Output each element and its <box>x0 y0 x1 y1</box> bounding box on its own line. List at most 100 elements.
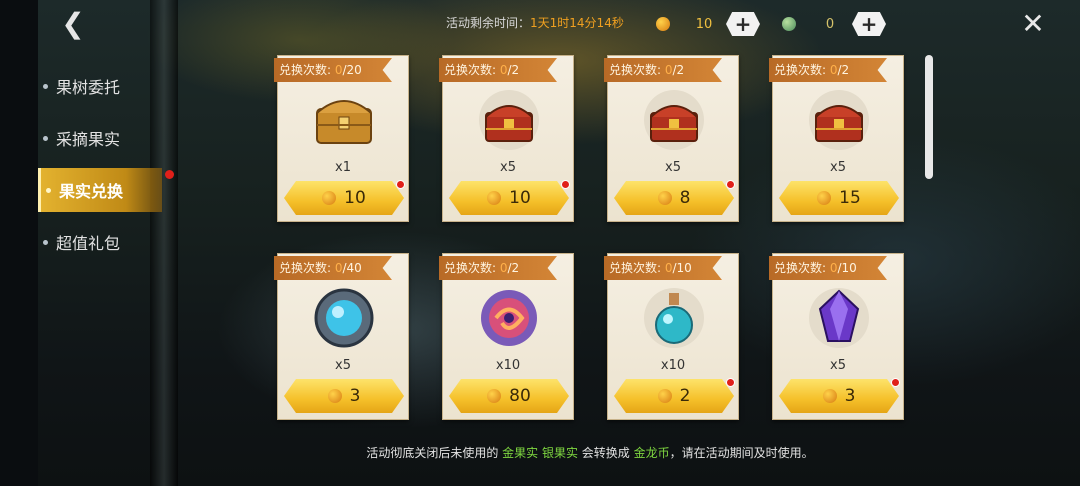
gold-fruit-icon <box>322 191 337 205</box>
exchange-button[interactable]: 3 <box>284 379 404 413</box>
bullet-dot-icon <box>43 240 48 245</box>
exchange-button[interactable]: 8 <box>614 181 734 215</box>
silver-fruit-count: 0 <box>825 16 835 32</box>
plus-icon: + <box>734 12 752 36</box>
red-treasure-chest-icon <box>474 85 544 155</box>
red-dot-badge <box>891 378 900 387</box>
bullet-dot-icon <box>46 188 51 193</box>
exchange-count-label: 兑换次数: <box>774 261 830 275</box>
exchange-count-tag: 兑换次数: 0/10 <box>604 256 722 280</box>
add-gold-fruit-button[interactable]: + <box>726 12 760 36</box>
exchange-count-label: 兑换次数: <box>609 261 665 275</box>
plus-icon: + <box>860 12 878 36</box>
back-arrow-icon: ❮ <box>61 6 85 40</box>
exchange-button[interactable]: 15 <box>779 181 899 215</box>
exchange-count-tag: 兑换次数: 0/10 <box>769 256 887 280</box>
exchange-button[interactable]: 2 <box>614 379 734 413</box>
exchange-count-label: 兑换次数: <box>609 63 665 77</box>
sidebar-item-value-pack[interactable]: 超值礼包 <box>38 220 162 264</box>
footer-highlight-fruits: 金果实 银果实 <box>502 446 578 460</box>
exchange-count-limit: /2 <box>507 63 520 77</box>
sidebar-item-label: 超值礼包 <box>56 234 121 253</box>
exchange-count-used: 0 <box>334 261 343 275</box>
exchange-count-limit: /10 <box>672 261 692 275</box>
item-quantity: x5 <box>500 160 516 175</box>
exchange-button[interactable]: 10 <box>284 181 404 215</box>
footer-text-2: 会转换成 <box>577 446 634 460</box>
item-quantity: x10 <box>660 358 686 373</box>
exchange-card[interactable]: 兑换次数: 0/20 x1 10 <box>274 55 409 222</box>
exchange-count-label: 兑换次数: <box>279 63 335 77</box>
exchange-count-tag: 兑换次数: 0/2 <box>604 58 722 82</box>
sidebar-item-pick-fruit[interactable]: 采摘果实 <box>38 116 162 160</box>
gold-fruit-icon <box>327 389 342 403</box>
price-value: 3 <box>844 386 856 406</box>
exchange-button[interactable]: 80 <box>449 379 569 413</box>
exchange-count-limit: /40 <box>342 261 362 275</box>
exchange-count-used: 0 <box>499 261 508 275</box>
red-dot-badge <box>726 378 735 387</box>
potion-bottle-icon <box>639 283 709 353</box>
item-quantity: x5 <box>830 358 846 373</box>
gold-fruit-icon <box>817 191 832 205</box>
gold-fruit-icon <box>487 191 502 205</box>
add-silver-fruit-button[interactable]: + <box>852 12 886 36</box>
timer-value: 1天1时14分14秒 <box>530 16 624 30</box>
exchange-card[interactable]: 兑换次数: 0/2 x5 15 <box>769 55 904 222</box>
price-value: 8 <box>679 188 691 208</box>
exchange-count-tag: 兑换次数: 0/40 <box>274 256 392 280</box>
exchange-count-limit: /10 <box>837 261 857 275</box>
exchange-count-used: 0 <box>334 63 343 77</box>
exchange-count-limit: /2 <box>837 63 850 77</box>
item-quantity: x10 <box>495 358 521 373</box>
exchange-card[interactable]: 兑换次数: 0/2 x10 80 <box>439 253 574 420</box>
exchange-count-limit: /2 <box>507 261 520 275</box>
red-dot-badge <box>396 180 405 189</box>
item-quantity: x5 <box>335 358 351 373</box>
close-button[interactable]: ✕ <box>1018 6 1048 40</box>
item-quantity: x5 <box>830 160 846 175</box>
blue-orb-icon <box>309 283 379 353</box>
gold-fruit-icon <box>822 389 837 403</box>
gold-fruit-icon <box>657 191 672 205</box>
bullet-dot-icon <box>43 84 48 89</box>
exchange-count-used: 0 <box>664 261 673 275</box>
exchange-card[interactable]: 兑换次数: 0/2 x5 10 <box>439 55 574 222</box>
red-dot-badge <box>561 180 570 189</box>
sidebar-item-fruit-exchange[interactable]: 果实兑换 <box>38 168 174 212</box>
timer-label: 活动剩余时间： <box>446 16 531 30</box>
item-quantity: x1 <box>335 160 351 175</box>
footer-text-3: ，请在活动期间及时使用。 <box>669 446 814 460</box>
footer-highlight-coin: 金龙币 <box>633 446 670 460</box>
notification-badge <box>165 170 174 179</box>
exchange-button[interactable]: 3 <box>779 379 899 413</box>
purple-crystal-icon <box>804 283 874 353</box>
exchange-count-tag: 兑换次数: 0/2 <box>439 58 557 82</box>
exchange-card[interactable]: 兑换次数: 0/10 x10 2 <box>604 253 739 420</box>
exchange-count-used: 0 <box>829 63 838 77</box>
exchange-card[interactable]: 兑换次数: 0/40 x5 3 <box>274 253 409 420</box>
exchange-card[interactable]: 兑换次数: 0/10 x5 3 <box>769 253 904 420</box>
exchange-count-limit: /20 <box>342 63 362 77</box>
gold-fruit-icon <box>487 389 502 403</box>
exchange-button[interactable]: 10 <box>449 181 569 215</box>
bullet-dot-icon <box>43 136 48 141</box>
price-value: 10 <box>344 188 366 208</box>
red-treasure-chest-icon <box>639 85 709 155</box>
price-value: 2 <box>679 386 691 406</box>
exchange-count-tag: 兑换次数: 0/20 <box>274 58 392 82</box>
exchange-count-tag: 兑换次数: 0/2 <box>439 256 557 280</box>
red-dot-badge <box>726 180 735 189</box>
gold-treasure-chest-icon <box>309 85 379 155</box>
exchange-count-label: 兑换次数: <box>774 63 830 77</box>
sidebar-item-fruit-tree-commission[interactable]: 果树委托 <box>38 64 162 108</box>
gold-fruit-icon <box>657 389 672 403</box>
back-button[interactable]: ❮ <box>56 6 90 40</box>
exchange-card[interactable]: 兑换次数: 0/2 x5 8 <box>604 55 739 222</box>
scrollbar[interactable] <box>925 55 933 179</box>
exchange-count-tag: 兑换次数: 0/2 <box>769 58 887 82</box>
footer-notice: 活动彻底关闭后未使用的 金果实 银果实 会转换成 金龙币，请在活动期间及时使用。 <box>0 444 1080 461</box>
close-icon: ✕ <box>1021 6 1045 40</box>
item-quantity: x5 <box>665 160 681 175</box>
exchange-count-used: 0 <box>664 63 673 77</box>
